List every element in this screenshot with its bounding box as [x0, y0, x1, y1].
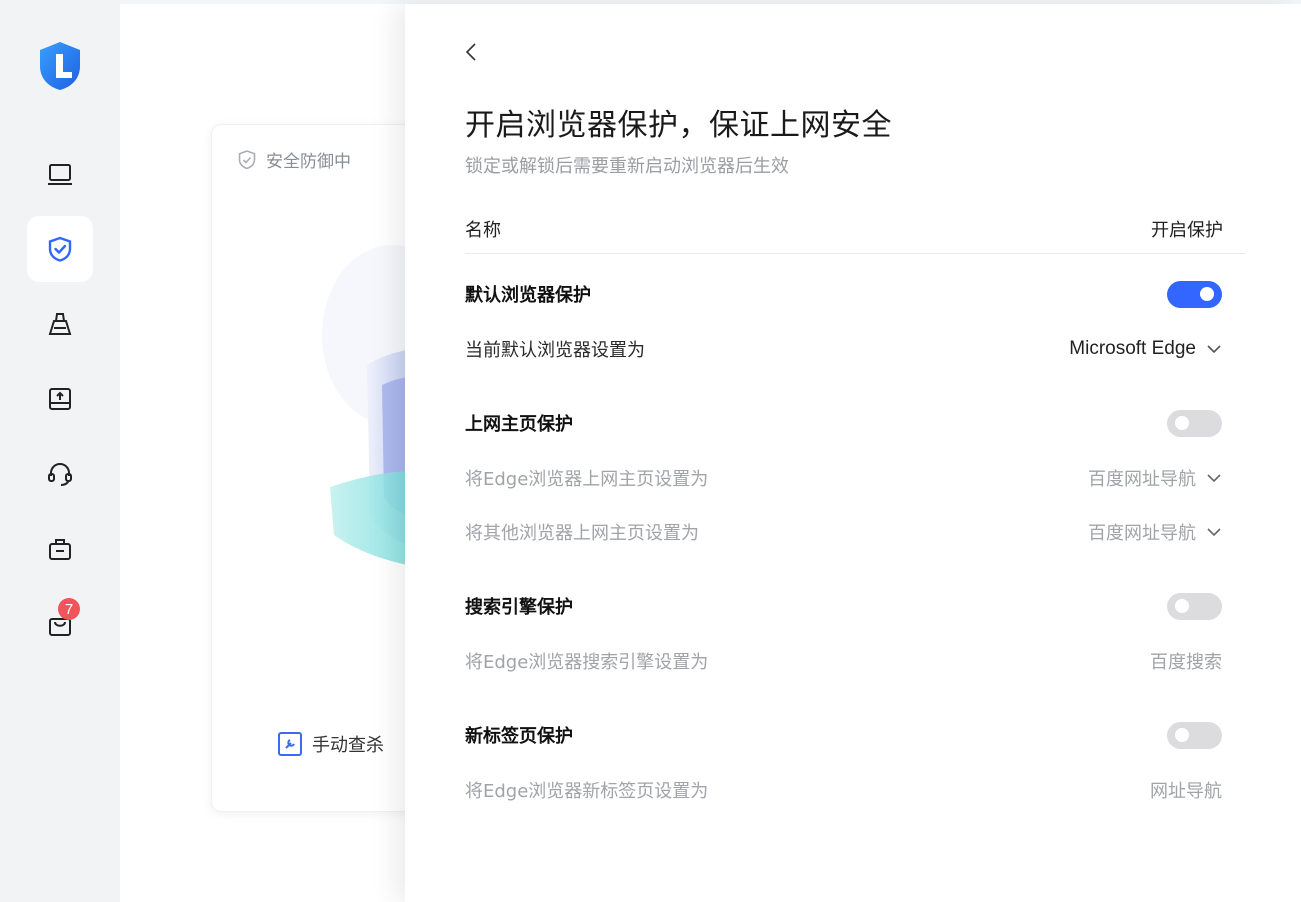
edge-homepage-setting-row: 将Edge浏览器上网主页设置为 百度网址导航 — [465, 463, 1222, 493]
sidebar-item-protection[interactable] — [27, 216, 93, 282]
new-tab-protection-row: 新标签页保护 — [465, 720, 1222, 750]
setting-label: 将Edge浏览器上网主页设置为 — [465, 469, 709, 490]
section-label: 新标签页保护 — [465, 726, 573, 747]
wrench-icon — [278, 732, 302, 756]
search-engine-protection-row: 搜索引擎保护 — [465, 591, 1222, 621]
page-title: 开启浏览器保护，保证上网安全 — [465, 108, 892, 143]
upload-drive-icon — [49, 388, 71, 410]
section-label: 搜索引擎保护 — [465, 597, 573, 618]
setting-label: 当前默认浏览器设置为 — [465, 340, 645, 361]
computer-icon — [48, 164, 72, 185]
setting-label: 将Edge浏览器新标签页设置为 — [465, 781, 709, 802]
other-homepage-dropdown[interactable]: 百度网址导航 — [1088, 519, 1222, 545]
header-name: 名称 — [465, 220, 501, 241]
homepage-protection-toggle[interactable] — [1167, 409, 1222, 437]
headset-icon — [48, 462, 72, 486]
chevron-down-icon — [1207, 528, 1221, 537]
manual-scan-button[interactable]: 手动查杀 — [278, 731, 384, 757]
app-logo-icon — [40, 42, 80, 90]
section-label: 默认浏览器保护 — [465, 285, 591, 306]
broom-icon — [48, 313, 72, 335]
status-text: 安全防御中 — [266, 152, 351, 172]
sidebar-item-computer[interactable] — [27, 142, 93, 208]
default-browser-protection-row: 默认浏览器保护 — [465, 279, 1222, 309]
homepage-protection-row: 上网主页保护 — [465, 408, 1222, 438]
edge-newtab-setting-row: 将Edge浏览器新标签页设置为 网址导航 — [465, 775, 1222, 805]
back-arrow-icon[interactable] — [461, 40, 481, 64]
header-protect: 开启保护 — [1151, 220, 1223, 241]
sidebar-item-support[interactable] — [27, 441, 93, 507]
default-browser-protection-toggle[interactable] — [1167, 280, 1222, 308]
edge-search-value: 百度搜索 — [1150, 652, 1222, 673]
shield-check-icon — [48, 236, 72, 262]
sidebar-item-toolbox[interactable] — [27, 516, 93, 582]
table-header: 名称 开启保护 — [465, 216, 1245, 254]
dropdown-value: 百度网址导航 — [1088, 469, 1196, 490]
setting-label: 将其他浏览器上网主页设置为 — [465, 523, 699, 544]
sidebar-item-cleanup[interactable] — [27, 291, 93, 357]
edge-search-setting-row: 将Edge浏览器搜索引擎设置为 百度搜索 — [465, 646, 1222, 676]
chevron-down-icon — [1207, 345, 1221, 354]
edge-newtab-value: 网址导航 — [1150, 781, 1222, 802]
chevron-down-icon — [1207, 474, 1221, 483]
sidebar-item-backup[interactable] — [27, 366, 93, 432]
default-browser-dropdown[interactable]: Microsoft Edge — [1069, 338, 1222, 360]
search-engine-protection-toggle[interactable] — [1167, 592, 1222, 620]
default-browser-setting-row: 当前默认浏览器设置为 Microsoft Edge — [465, 334, 1222, 364]
manual-scan-label: 手动查杀 — [312, 735, 384, 756]
page-subtitle: 锁定或解锁后需要重新启动浏览器后生效 — [465, 156, 789, 177]
dropdown-value: 百度网址导航 — [1088, 523, 1196, 544]
section-label: 上网主页保护 — [465, 414, 573, 435]
other-homepage-setting-row: 将其他浏览器上网主页设置为 百度网址导航 — [465, 517, 1222, 547]
shield-check-outline-icon — [238, 149, 256, 169]
dropdown-value: Microsoft Edge — [1069, 338, 1196, 359]
status-row: 安全防御中 — [236, 147, 351, 172]
edge-homepage-dropdown[interactable]: 百度网址导航 — [1088, 465, 1222, 491]
sidebar: 7 — [0, 0, 120, 902]
store-badge: 7 — [58, 598, 80, 620]
new-tab-protection-toggle[interactable] — [1167, 721, 1222, 749]
toolbox-icon — [49, 539, 71, 560]
setting-label: 将Edge浏览器搜索引擎设置为 — [465, 652, 709, 673]
browser-protection-panel: 开启浏览器保护，保证上网安全 锁定或解锁后需要重新启动浏览器后生效 名称 开启保… — [405, 4, 1301, 902]
